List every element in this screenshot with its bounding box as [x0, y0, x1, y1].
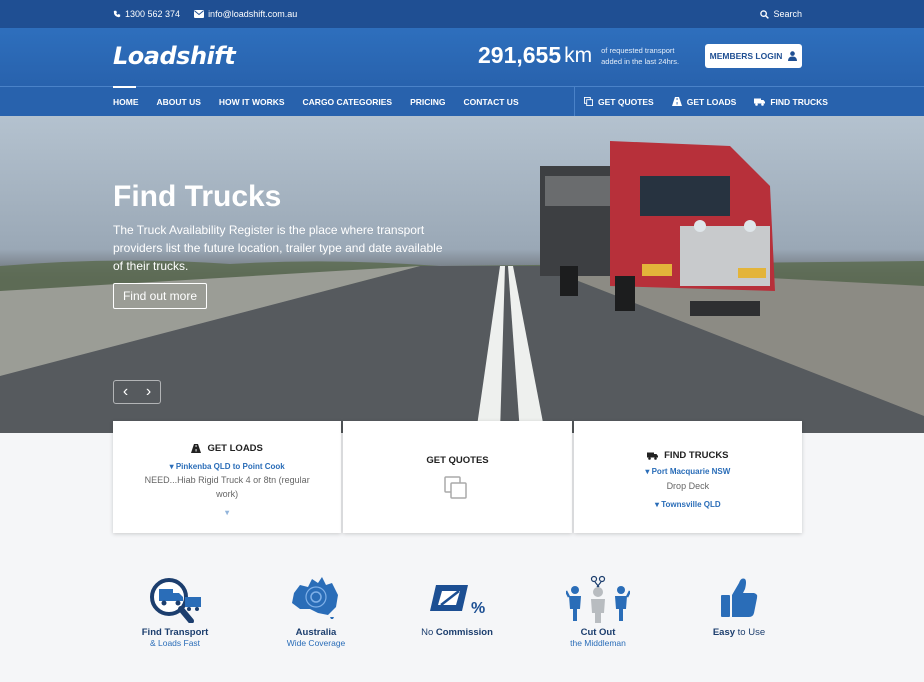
nav-find-trucks[interactable]: FIND TRUCKS [754, 87, 828, 116]
nav-actions: GET QUOTES GET LOADS FIND TRUCKS [574, 87, 846, 116]
find-trucks-card-header: FIND TRUCKS [574, 450, 802, 461]
feature-no-commission-pre: No [421, 627, 436, 638]
find-out-more-button[interactable]: Find out more [113, 283, 207, 309]
hero-description: The Truck Availability Register is the p… [113, 223, 443, 273]
search-truck-icon [150, 578, 201, 623]
feature-cut-out-title: Cut Out [580, 627, 616, 638]
feature-australia-sub: Wide Coverage [286, 638, 346, 648]
copy-icon [444, 476, 468, 499]
nav-item-pricing[interactable]: PRICING [410, 87, 445, 116]
feature-cut-out-sub: the Middleman [570, 638, 626, 648]
feature-find-transport: Find Transport & Loads Fast [115, 575, 235, 648]
get-loads-card[interactable]: GET LOADS ▾ Pinkenba QLD to Point Cook N… [113, 421, 342, 533]
search-label: Search [773, 9, 802, 19]
top-bar: 1300 562 374 info@loadshift.com.au Searc… [0, 0, 924, 28]
feature-australia: Australia Wide Coverage [256, 575, 376, 648]
copy-icon [584, 97, 593, 106]
nav-item-cargo-categories[interactable]: CARGO CATEGORIES [303, 87, 393, 116]
find-trucks-label: FIND TRUCKS [770, 96, 828, 107]
feature-find-transport-sub: & Loads Fast [149, 638, 201, 648]
nav-menu: HOME ABOUT US HOW IT WORKS CARGO CATEGOR… [113, 86, 537, 116]
search-icon [760, 9, 770, 19]
feature-cut-out-middleman: Cut Out the Middleman [538, 575, 658, 648]
quick-action-cards: GET LOADS ▾ Pinkenba QLD to Point Cook N… [113, 421, 802, 533]
feature-easy-title: Easy [712, 627, 736, 638]
get-quotes-card[interactable]: GET QUOTES [343, 421, 572, 533]
stat-number: 291,655 [478, 42, 562, 68]
load-route-text: Pinkenba QLD to Point Cook [175, 462, 285, 471]
envelope-icon [194, 10, 205, 18]
load-detail: NEED...Hiab Rigid Truck 4 or 8tn (regula… [144, 475, 310, 499]
site-header: Loadshift 291,655 km of requested transp… [0, 28, 924, 86]
get-loads-card-header: GET LOADS [113, 443, 341, 454]
email-address: info@loadshift.com.au [208, 9, 298, 19]
feature-no-commission-title: Commission [435, 627, 493, 638]
truck-icon [647, 452, 659, 460]
transport-stat: 291,655 km of requested transport added … [478, 42, 691, 69]
get-quotes-label: GET QUOTES [598, 96, 654, 107]
find-trucks-card[interactable]: FIND TRUCKS ▾ Port Macquarie NSW Drop De… [573, 421, 802, 533]
location-marker-icon: ▾ [225, 508, 230, 517]
main-nav: HOME ABOUT US HOW IT WORKS CARGO CATEGOR… [0, 86, 924, 116]
find-trucks-card-title: FIND TRUCKS [664, 450, 729, 461]
thumbs-up-icon [721, 578, 758, 617]
australia-map-icon [292, 577, 338, 619]
load-route[interactable]: ▾ Pinkenba QLD to Point Cook [113, 462, 341, 471]
user-icon [788, 51, 798, 61]
nav-item-about-us[interactable]: ABOUT US [157, 87, 201, 116]
zero-percent-icon: % [430, 585, 485, 617]
slider-arrows: ‹ › [113, 380, 161, 404]
middleman-icon [566, 575, 630, 623]
loadshift-logo[interactable]: Loadshift [113, 42, 236, 70]
feature-easy-to-use: Easy to Use [679, 575, 799, 638]
feature-no-commission: % No Commission [397, 575, 517, 638]
email-link[interactable]: info@loadshift.com.au [194, 9, 297, 19]
svg-text:%: % [471, 600, 485, 617]
members-login-label: MEMBERS LOGIN [709, 51, 783, 61]
stat-description: of requested transport added in the last… [601, 45, 680, 66]
members-login-button[interactable]: MEMBERS LOGIN [705, 44, 802, 68]
phone-number: 1300 562 374 [125, 9, 181, 19]
truck-route[interactable]: ▾ Port Macquarie NSW [574, 467, 802, 476]
stat-unit: km [564, 43, 593, 67]
nav-item-contact-us[interactable]: CONTACT US [464, 87, 519, 116]
hero-slider: Find Trucks The Truck Availability Regis… [0, 116, 924, 433]
load-route-next: ▾ [113, 508, 341, 517]
nav-item-home[interactable]: HOME [113, 86, 139, 116]
search-link[interactable]: Search [760, 9, 802, 19]
road-icon [671, 97, 682, 106]
phone-link[interactable]: 1300 562 374 [113, 9, 180, 19]
get-loads-label: GET LOADS [686, 96, 737, 107]
truck-icon [754, 98, 766, 106]
contact-info: 1300 562 374 info@loadshift.com.au [113, 9, 297, 19]
truck-route-next-text: Townsville QLD [661, 500, 721, 509]
phone-icon [113, 10, 121, 18]
feature-list: Find Transport & Loads Fast Australia Wi… [113, 575, 802, 655]
chevron-left-icon[interactable]: ‹ [114, 381, 137, 403]
get-loads-card-title: GET LOADS [207, 443, 263, 454]
chevron-right-icon[interactable]: › [137, 381, 160, 403]
feature-easy-post: to Use [735, 627, 766, 638]
feature-australia-title: Australia [295, 627, 337, 638]
truck-route-text: Port Macquarie NSW [651, 467, 731, 476]
truck-detail: Drop Deck [666, 481, 710, 491]
truck-route-next[interactable]: ▾ Townsville QLD [574, 500, 802, 509]
feature-find-transport-title: Find Transport [141, 627, 209, 638]
nav-item-how-it-works[interactable]: HOW IT WORKS [219, 87, 285, 116]
nav-get-quotes[interactable]: GET QUOTES [584, 87, 654, 116]
hero-title: Find Trucks [113, 180, 282, 213]
get-quotes-card-title: GET QUOTES [426, 455, 489, 466]
nav-get-loads[interactable]: GET LOADS [671, 87, 737, 116]
road-icon [191, 444, 202, 453]
